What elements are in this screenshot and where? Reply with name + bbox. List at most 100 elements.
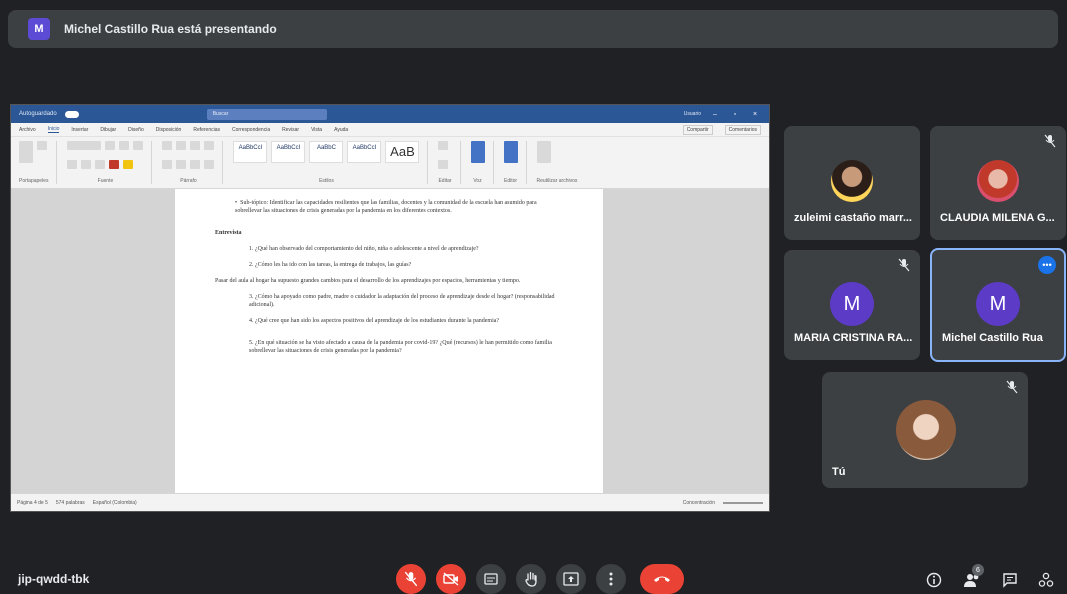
find-icon [438, 141, 449, 150]
participant-avatar: M [976, 282, 1020, 326]
dictate-icon [470, 141, 485, 163]
style-normal: AaBbCcI [233, 141, 268, 163]
doc-section-heading: Entrevista [215, 230, 242, 236]
menu-inicio: Inicio [47, 126, 60, 133]
cut-icon [37, 141, 47, 150]
status-words: 574 palabras [55, 499, 85, 506]
mic-off-icon [404, 571, 418, 587]
align-right-icon [190, 159, 201, 169]
ribbon-label-editor: Editor [504, 178, 518, 184]
people-button[interactable]: 6 [962, 564, 984, 590]
word-status-bar: Página 4 de 5 574 palabras Español (Colo… [11, 493, 769, 511]
mic-off-icon [898, 258, 910, 272]
editor-icon [503, 141, 518, 163]
participant-name: zuleimi castaño marr... [794, 212, 912, 224]
participant-tile[interactable]: CLAUDIA MILENA G... [930, 126, 1066, 240]
present-icon [563, 572, 579, 586]
style-no-spacing: AaBbCcI [271, 141, 306, 163]
captions-icon [484, 573, 498, 585]
meeting-code: jip-qwdd-tbk [18, 572, 90, 586]
word-user-name: Usuario [683, 111, 701, 117]
font-name-box [67, 141, 102, 150]
sort-icon [204, 141, 215, 150]
participant-tile-active[interactable]: ••• M Michel Castillo Rua [930, 248, 1066, 362]
menu-dibujar: Dibujar [100, 126, 117, 133]
camera-off-icon [443, 572, 459, 586]
participant-avatar: M [830, 282, 874, 326]
word-menu-bar: Archivo Inicio Insertar Dibujar Diseño D… [11, 123, 769, 137]
status-focus: Concentración [682, 499, 715, 506]
align-center-icon [176, 159, 187, 169]
menu-diseno: Diseño [128, 126, 144, 133]
style-heading-2: AaBbCcI [347, 141, 382, 163]
participant-tile[interactable]: zuleimi castaño marr... [784, 126, 920, 240]
ribbon-label-paragraph: Párrafo [180, 178, 197, 184]
ribbon-clipboard: Portapapeles [19, 141, 58, 184]
more-vert-icon [609, 572, 613, 586]
menu-archivo: Archivo [19, 126, 36, 133]
reuse-files-icon [536, 141, 551, 163]
ribbon-reuse: Reutilizar archivos [536, 141, 586, 184]
shrink-font-icon [133, 141, 144, 150]
grow-font-icon [119, 141, 130, 150]
ribbon-label-clipboard: Portapapeles [19, 178, 49, 184]
justify-icon [204, 159, 215, 169]
autosave-label: Autoguardado [19, 111, 57, 117]
ribbon-label-voice: Voz [473, 178, 482, 184]
ribbon-paragraph: Párrafo [162, 141, 224, 184]
ribbon-editing: Editar [438, 141, 461, 184]
status-page: Página 4 de 5 [17, 499, 48, 506]
zoom-slider [723, 501, 763, 504]
bullets-icon [162, 141, 173, 150]
word-share-button: Compartir [682, 124, 713, 135]
word-ribbon: Portapapeles Fuente Párrafo AaBbCcI AaBb… [11, 137, 769, 189]
menu-disposicion: Disposición [155, 126, 182, 133]
font-size-box [105, 141, 116, 150]
menu-vista: Vista [311, 126, 323, 133]
chat-button[interactable] [1000, 570, 1020, 590]
info-icon [926, 572, 942, 588]
more-options-icon[interactable]: ••• [1038, 256, 1056, 274]
self-tile[interactable]: Tú [822, 372, 1028, 488]
style-title: AaB [385, 141, 420, 163]
activities-button[interactable] [1036, 570, 1056, 590]
doc-question-2: 2. ¿Cómo les ha ido con las tareas, la e… [249, 262, 412, 268]
indent-icon [190, 141, 201, 150]
ribbon-label-reuse: Reutilizar archivos [536, 178, 578, 184]
participants-count-badge: 6 [972, 564, 984, 576]
mic-off-icon [1006, 380, 1018, 394]
meeting-details-button[interactable] [924, 570, 944, 590]
chat-icon [1003, 573, 1017, 588]
self-photo [896, 400, 956, 460]
minimize-icon: – [713, 110, 717, 118]
participant-name: Michel Castillo Rua [942, 332, 1043, 344]
numbering-icon [176, 141, 187, 150]
bold-icon [67, 159, 78, 169]
document-page: • Sub-tópico: Identificar las capacidade… [175, 189, 603, 495]
ribbon-voice: Voz [470, 141, 494, 184]
hang-up-icon [654, 576, 670, 582]
ribbon-label-styles: Estilos [319, 178, 334, 184]
word-title-bar: Autoguardado Buscar Usuario – ▫ × [11, 105, 769, 123]
underline-icon [95, 159, 106, 169]
shared-screen[interactable]: Autoguardado Buscar Usuario – ▫ × Archiv… [10, 104, 770, 512]
participant-tile[interactable]: M MARIA CRISTINA RA... [784, 250, 920, 360]
menu-revisar: Revisar [282, 126, 300, 133]
close-icon: × [752, 110, 758, 118]
doc-question-4: 4. ¿Qué cree que han sido los aspectos p… [249, 318, 500, 324]
self-name: Tú [832, 466, 846, 478]
presenter-avatar: M [28, 18, 50, 40]
presenting-banner: M Michel Castillo Rua está presentando [8, 10, 1058, 48]
font-color-icon [109, 159, 120, 169]
word-comments-button: Comentarios [724, 124, 761, 135]
ribbon-editor: Editor [503, 141, 527, 184]
doc-question-1: 1. ¿Qué han observado del comportamiento… [249, 246, 479, 252]
participant-photo [831, 160, 873, 202]
doc-question-5: 5. ¿En qué situación se ha visto afectad… [249, 340, 552, 354]
doc-bullet: • Sub-tópico: Identificar las capacidade… [235, 200, 537, 214]
style-heading-1: AaBbC [309, 141, 344, 163]
autosave-toggle [64, 110, 79, 118]
participant-name: CLAUDIA MILENA G... [940, 212, 1055, 224]
ribbon-font: Fuente [67, 141, 153, 184]
highlight-icon [123, 159, 134, 169]
